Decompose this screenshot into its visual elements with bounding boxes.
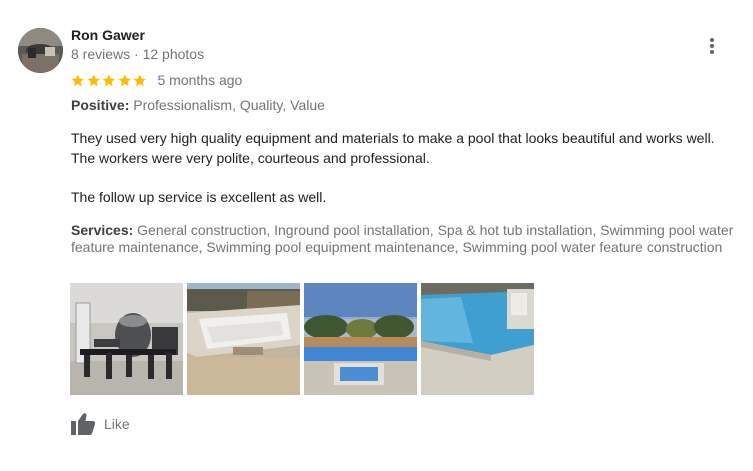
more-options-button[interactable] [700, 34, 724, 58]
reviewer-meta: 8 reviews · 12 photos [71, 46, 204, 62]
pool-equipment-photo[interactable] [70, 283, 183, 395]
reviewer-name[interactable]: Ron Gawer [71, 27, 145, 43]
meta-separator: · [130, 46, 143, 62]
avatar[interactable] [18, 28, 63, 73]
services-values: General construction, Inground pool inst… [71, 222, 734, 255]
services: Services: General construction, Inground… [71, 222, 739, 255]
pool-under-construction-photo[interactable] [187, 283, 300, 395]
reviews-count: 8 reviews [71, 46, 131, 62]
like-label: Like [104, 416, 130, 432]
review-photos [70, 283, 534, 395]
like-button[interactable]: Like [70, 410, 130, 438]
review-line-2: The workers were very polite, courteous … [71, 149, 430, 166]
finished-pool-photo[interactable] [421, 283, 534, 395]
spa-sunset-photo[interactable] [304, 283, 417, 395]
rating-row: 5 months ago [70, 70, 242, 90]
positive-values: Professionalism, Quality, Value [133, 97, 325, 113]
star-icon [71, 74, 84, 86]
review-line-1: They used very high quality equipment an… [71, 130, 715, 146]
review-text: They used very high quality equipment an… [71, 129, 751, 208]
services-label: Services: [71, 222, 134, 238]
positive-attributes: Positive: Professionalism, Quality, Valu… [71, 97, 325, 113]
star-icon [118, 74, 131, 86]
star-rating [70, 73, 148, 88]
review-line-3: The follow up service is excellent as we… [71, 189, 327, 205]
photos-count: 12 photos [142, 46, 205, 62]
star-icon [87, 74, 100, 86]
thumbs-up-icon [71, 413, 96, 435]
more-vert-icon [710, 38, 714, 54]
star-icon [133, 74, 146, 86]
positive-label: Positive: [71, 97, 130, 113]
star-icon [102, 74, 115, 86]
review-time: 5 months ago [157, 72, 243, 88]
